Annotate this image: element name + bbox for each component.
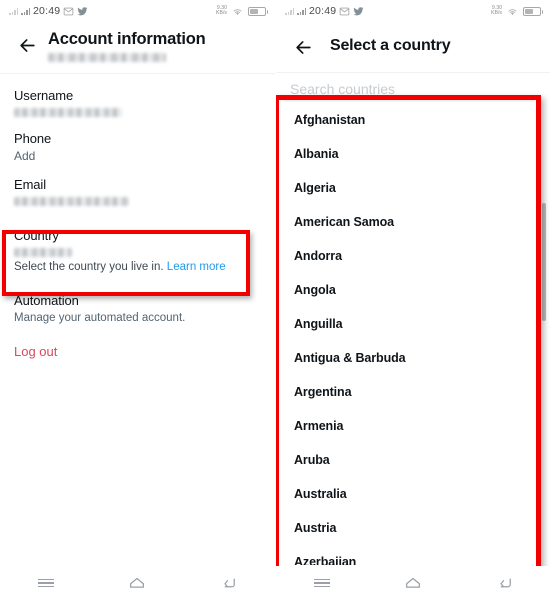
country-list-item[interactable]: Australia xyxy=(284,477,534,511)
scrollbar-thumb[interactable] xyxy=(542,203,546,321)
country-list-item[interactable]: Austria xyxy=(284,511,534,545)
country-value-redacted xyxy=(14,248,72,257)
status-time: 20:49 xyxy=(33,5,61,17)
country-list-item[interactable]: Afghanistan xyxy=(284,103,534,137)
country-name: Azerbaijan xyxy=(294,555,357,565)
back-arrow-icon xyxy=(224,578,236,588)
setting-label: Country xyxy=(14,228,59,243)
setting-label: Automation xyxy=(14,293,79,308)
arrow-left-icon xyxy=(295,40,311,54)
android-nav-bar-right xyxy=(276,566,550,600)
page-title: Account information xyxy=(48,30,206,48)
account-settings-list: Username Phone Add Email Country Select … xyxy=(0,74,275,361)
left-phone-screen: 20:49 9.30 KB/s Account information User… xyxy=(0,0,275,600)
country-name: Austria xyxy=(294,521,337,535)
setting-label: Email xyxy=(14,177,47,192)
country-name: Armenia xyxy=(294,419,344,433)
country-list-item[interactable]: Anguilla xyxy=(284,307,534,341)
country-list-item[interactable]: Algeria xyxy=(284,171,534,205)
setting-row-email[interactable]: Email xyxy=(14,163,261,206)
search-input[interactable]: Search countries xyxy=(290,81,536,97)
learn-more-link[interactable]: Learn more xyxy=(167,261,226,273)
country-list-item[interactable]: Andorra xyxy=(284,239,534,273)
nav-home-button[interactable] xyxy=(120,570,154,596)
country-name: Antigua & Barbuda xyxy=(294,351,406,365)
page-title: Select a country xyxy=(330,37,451,54)
automation-description: Manage your automated account. xyxy=(14,312,186,324)
home-icon xyxy=(406,577,421,588)
country-name: Afghanistan xyxy=(294,113,366,127)
android-nav-bar-left xyxy=(0,566,275,600)
message-icon xyxy=(63,7,74,15)
nav-back-button[interactable] xyxy=(212,570,246,596)
country-name: Aruba xyxy=(294,453,330,467)
country-list-item[interactable]: Argentina xyxy=(284,375,534,409)
nav-home-button[interactable] xyxy=(396,570,430,596)
battery-icon xyxy=(248,6,268,16)
setting-row-username[interactable]: Username xyxy=(14,74,261,117)
country-name: Algeria xyxy=(294,181,336,195)
nav-back-button[interactable] xyxy=(488,570,522,596)
account-handle-redacted xyxy=(48,53,166,62)
status-bar-right: 20:49 9.30 KB/s xyxy=(276,0,550,22)
twitter-bird-icon xyxy=(77,6,88,15)
country-list-item[interactable]: Antigua & Barbuda xyxy=(284,341,534,375)
log-out-button[interactable]: Log out xyxy=(14,344,57,359)
country-description: Select the country you live in. Learn mo… xyxy=(14,261,261,273)
country-list-item[interactable]: Armenia xyxy=(284,409,534,443)
country-list[interactable]: Afghanistan Albania Algeria American Samoa A… xyxy=(284,103,534,565)
setting-label: Username xyxy=(14,88,74,103)
country-list-item[interactable]: Albania xyxy=(284,137,534,171)
wifi-icon xyxy=(508,8,517,15)
network-speed-indicator: 9.30 KB/s xyxy=(216,4,227,16)
signal-icon xyxy=(297,7,306,15)
setting-row-country[interactable]: Country Select the country you live in. … xyxy=(14,206,261,273)
arrow-left-icon xyxy=(19,38,35,52)
back-button[interactable] xyxy=(14,32,40,58)
country-name: Argentina xyxy=(294,385,352,399)
battery-icon xyxy=(523,6,543,16)
back-arrow-icon xyxy=(500,578,512,588)
country-name: Andorra xyxy=(294,249,342,263)
wifi-icon xyxy=(233,8,242,15)
home-icon xyxy=(130,577,145,588)
country-list-item[interactable]: Angola xyxy=(284,273,534,307)
setting-label: Phone xyxy=(14,131,52,146)
scrollbar-track[interactable] xyxy=(542,100,548,570)
setting-row-automation[interactable]: Automation Manage your automated account… xyxy=(14,273,261,324)
country-name: Australia xyxy=(294,487,347,501)
country-list-item[interactable]: Azerbaijan xyxy=(284,545,534,565)
app-bar-right: Select a country xyxy=(276,22,550,72)
back-button[interactable] xyxy=(290,34,316,60)
signal-faint-icon xyxy=(9,7,18,15)
signal-faint-icon xyxy=(285,7,294,15)
signal-icon xyxy=(21,7,30,15)
country-name: American Samoa xyxy=(294,215,395,229)
dual-screenshot: 20:49 9.30 KB/s Account information User… xyxy=(0,0,550,600)
nav-recents-button[interactable] xyxy=(29,570,63,596)
app-bar-left: Account information xyxy=(0,22,275,73)
status-time: 20:49 xyxy=(309,5,337,17)
country-list-item[interactable]: American Samoa xyxy=(284,205,534,239)
right-phone-screen: 20:49 9.30 KB/s Select a country Search … xyxy=(275,0,550,600)
phone-add-link[interactable]: Add xyxy=(14,149,261,163)
network-speed-indicator: 9.30 KB/s xyxy=(491,4,502,16)
country-name: Albania xyxy=(294,147,339,161)
setting-row-phone[interactable]: Phone Add xyxy=(14,117,261,163)
twitter-bird-icon xyxy=(353,6,364,15)
country-name: Anguilla xyxy=(294,317,343,331)
country-name: Angola xyxy=(294,283,336,297)
country-description-text: Select the country you live in. xyxy=(14,261,164,273)
email-value-redacted xyxy=(14,197,129,206)
search-field[interactable]: Search countries xyxy=(276,73,550,101)
username-value-redacted xyxy=(14,108,122,117)
message-icon xyxy=(339,7,350,15)
status-bar-left: 20:49 9.30 KB/s xyxy=(0,0,275,22)
nav-recents-button[interactable] xyxy=(305,570,339,596)
country-list-item[interactable]: Aruba xyxy=(284,443,534,477)
